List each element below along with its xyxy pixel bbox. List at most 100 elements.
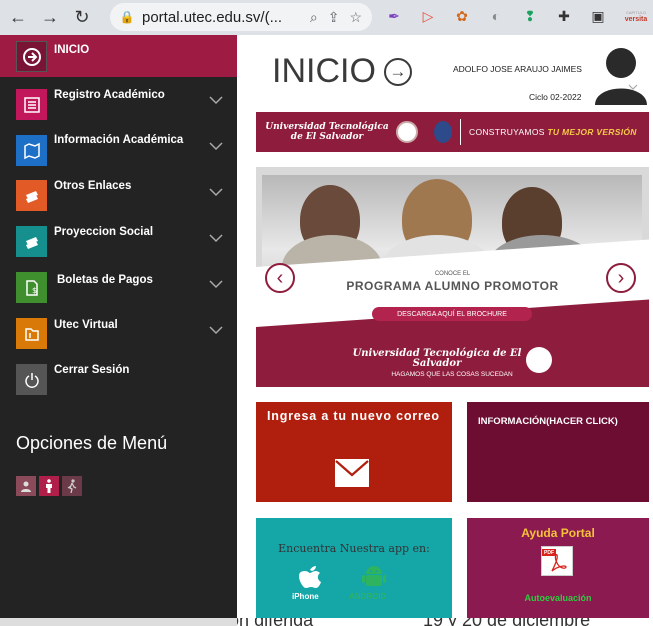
sidebar-item-otros-enlaces[interactable]: Otros Enlaces: [0, 173, 237, 219]
map-icon: [16, 135, 47, 166]
folder-icon: [16, 318, 47, 349]
sidebar-item-label: Utec Virtual: [54, 319, 118, 331]
power-icon: [16, 364, 47, 395]
acrobat-icon: [551, 553, 567, 572]
carousel-university-name: Universidad Tecnológica de El Salvador: [352, 348, 522, 369]
user-name: ADOLFO JOSE ARAUJO JAIMES: [453, 64, 582, 74]
page-title-text: INICIO: [272, 52, 376, 90]
carousel-conoce: CONOCE EL: [434, 271, 471, 277]
options-toolbar: [16, 476, 82, 496]
crest-icon: [434, 121, 452, 143]
android-icon[interactable]: [360, 564, 388, 590]
android-label: ANDROID: [349, 592, 387, 601]
email-tile-title: Ingresa a tu nuevo correo: [267, 409, 440, 423]
banner-slogan: CONSTRUYAMOS TU MEJOR VERSIÓN: [469, 127, 637, 137]
app-tile[interactable]: Encuentra Nuestra app en: iPhone ANDROID: [256, 518, 452, 618]
chevron-down-icon[interactable]: [209, 231, 223, 245]
iphone-label: iPhone: [292, 592, 319, 601]
sidebar-item-proyeccion[interactable]: Proyeccion Social: [0, 219, 237, 265]
puzzle-icon[interactable]: ✚: [554, 6, 574, 26]
reload-icon[interactable]: ↻: [68, 4, 96, 32]
help-tile[interactable]: Ayuda Portal PDF Autoevaluación: [467, 518, 649, 618]
forward-icon[interactable]: →: [36, 4, 64, 32]
receipt-icon: $: [16, 272, 47, 303]
sidebar-item-label: INICIO: [54, 44, 90, 56]
announcement-left: sa Evaluación diferida: [237, 618, 313, 626]
avatar[interactable]: [593, 45, 649, 105]
person-icon[interactable]: [39, 476, 59, 496]
promo-carousel[interactable]: CONOCE EL PROGRAMA ALUMNO PROMOTOR DESCA…: [256, 167, 649, 387]
sidebar-item-label: Boletas de Pagos: [57, 274, 153, 286]
self-eval-link[interactable]: Autoevaluación: [467, 593, 649, 603]
sidebar-item-cerrar-sesion[interactable]: Cerrar Sesión: [0, 357, 237, 403]
bookmark-star-icon[interactable]: ☆: [349, 9, 362, 26]
url-text: portal.utec.edu.sv/(...: [142, 8, 283, 26]
record-icon[interactable]: ▷: [418, 6, 438, 26]
carousel-prev-button[interactable]: ‹: [265, 263, 295, 293]
leaf-icon[interactable]: ❢: [520, 6, 540, 26]
svg-text:$: $: [32, 286, 37, 295]
versita-icon[interactable]: CAPITULO versita: [622, 6, 650, 26]
carousel-headline: PROGRAMA ALUMNO PROMOTOR: [346, 279, 559, 293]
sidebar-item-label: Información Académica: [54, 134, 184, 146]
chevron-down-icon[interactable]: [209, 185, 223, 199]
plant-icon[interactable]: ✿: [452, 6, 472, 26]
help-tile-title: Ayuda Portal: [521, 526, 595, 540]
bottom-bar-left: [0, 618, 237, 626]
sidebar-item-boletas[interactable]: $ Boletas de Pagos: [0, 265, 237, 311]
info-tile-title: INFORMACIÓN(HACER CLICK): [478, 416, 618, 427]
address-bar[interactable]: 🔒 portal.utec.edu.sv/(... ⌕ ⇪ ☆: [110, 3, 372, 31]
sidebar-item-inicio[interactable]: INICIO: [0, 35, 237, 77]
sidebar: INICIO Registro Académico Información Ac…: [0, 35, 237, 626]
envelope-icon: [335, 459, 369, 487]
share-icon[interactable]: ⇪: [328, 9, 340, 26]
main-content: INICIO → ADOLFO JOSE ARAUJO JAIMES Ciclo…: [237, 35, 653, 626]
banner-university-name: Universidad Tecnológica de El Salvador: [265, 122, 389, 142]
university-seal-icon: [396, 121, 418, 143]
sidebar-item-registro[interactable]: Registro Académico: [0, 81, 237, 127]
email-tile[interactable]: Ingresa a tu nuevo correo: [256, 402, 452, 502]
versita-top: CAPITULO: [625, 10, 646, 15]
arrow-circle-icon: [16, 41, 47, 72]
chevron-down-icon[interactable]: [209, 323, 223, 337]
bottom-announcement: sa Evaluación diferida 19 y 20 de diciem…: [237, 618, 653, 626]
ciclo-label: Ciclo 02-2022: [529, 92, 582, 102]
back-icon[interactable]: ←: [4, 4, 32, 32]
zoom-icon[interactable]: ⌕: [310, 9, 318, 26]
walking-icon[interactable]: [62, 476, 82, 496]
chevron-down-icon[interactable]: [209, 139, 223, 153]
feather-icon[interactable]: ✒: [384, 6, 404, 26]
pdf-icon: PDF: [541, 546, 573, 576]
banner-slogan-highlight: TU MEJOR VERSIÓN: [547, 127, 637, 137]
carousel-slogan: HAGAMOS QUE LAS COSAS SUCEDAN: [391, 371, 513, 378]
brochure-button[interactable]: DESCARGA AQUÍ EL BROCHURE: [372, 307, 532, 321]
books-icon: [16, 180, 47, 211]
university-banner: Universidad Tecnológica de El Salvador C…: [256, 112, 649, 152]
sidebar-item-informacion[interactable]: Información Académica: [0, 127, 237, 173]
app-tile-title: Encuentra Nuestra app en:: [278, 542, 430, 555]
page-title: INICIO →: [272, 52, 412, 91]
versita-label: versita: [624, 16, 648, 23]
chevron-down-icon[interactable]: [209, 277, 223, 291]
sidebar-item-label: Cerrar Sesión: [54, 364, 130, 376]
user-icon[interactable]: [16, 476, 36, 496]
sidebar-item-utec-virtual[interactable]: Utec Virtual: [0, 311, 237, 357]
sidebar-item-label: Registro Académico: [54, 89, 165, 101]
chevron-down-icon[interactable]: [209, 93, 223, 107]
sidebar-item-label: Proyeccion Social: [54, 226, 154, 238]
banner-divider: [460, 119, 461, 145]
apple-icon[interactable]: [296, 562, 324, 590]
options-title: Opciones de Menú: [16, 433, 168, 453]
books-icon: [16, 226, 47, 257]
carousel-next-button[interactable]: ›: [606, 263, 636, 293]
list-icon: [16, 89, 47, 120]
arrow-right-circle-icon: →: [383, 57, 412, 86]
browser-toolbar: ← → ↻ 🔒 portal.utec.edu.sv/(... ⌕ ⇪ ☆ ✒ …: [0, 0, 653, 35]
lock-icon: 🔒: [119, 10, 135, 24]
banner-slogan-plain: CONSTRUYAMOS: [469, 127, 545, 137]
announcement-right: 19 y 20 de diciembre: [423, 618, 590, 626]
moon-icon[interactable]: ◐: [486, 6, 506, 26]
info-tile[interactable]: INFORMACIÓN(HACER CLICK): [467, 402, 649, 502]
university-seal-icon: [526, 347, 552, 373]
sidepanel-icon[interactable]: ▣: [588, 6, 608, 26]
